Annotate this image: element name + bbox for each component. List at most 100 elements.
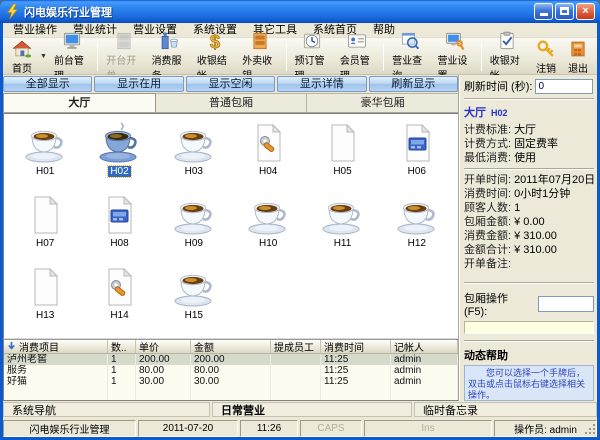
room-item[interactable]: H10 (231, 194, 305, 266)
takeout-icon (249, 31, 271, 52)
toolbar-button-reconcile[interactable]: 收银对帐 (485, 31, 530, 82)
temp-memo-panel[interactable]: 临时备忘录 (414, 402, 597, 417)
column-header[interactable]: 金额 (191, 340, 271, 353)
chevron-down-icon[interactable]: ▼ (38, 53, 49, 60)
panel-info-label: 开单时间: (464, 174, 512, 186)
panel-info-line: 开单时间:2011年07月20日 11:25 (464, 173, 594, 187)
toolbar-button-query[interactable]: 营业查询 (387, 32, 432, 82)
toolbar-button-takeout[interactable]: 外卖收银 (237, 32, 282, 82)
table-cell: 200.00 (191, 354, 271, 365)
room-item[interactable]: H09 (157, 194, 231, 266)
room-label: H02 (107, 165, 132, 178)
room-item[interactable]: H03 (157, 122, 231, 194)
menu-item[interactable]: 帮助 (365, 23, 403, 38)
room-label: H11 (333, 238, 352, 249)
member-icon (346, 31, 368, 52)
column-header[interactable]: 单价 (136, 340, 191, 353)
view-button[interactable]: 显示详情 (277, 76, 367, 92)
room-area-tab[interactable]: 豪华包厢 (307, 93, 460, 112)
message-strip (464, 321, 594, 334)
view-filter-row: 全部显示 显示在用 显示空闲 显示详情 刷新显示 (3, 75, 459, 93)
room-operation-input[interactable] (538, 296, 594, 312)
panel-info-value: 0小时1分钟 (514, 188, 571, 200)
toolbar-button-exit[interactable]: 退出 (562, 40, 594, 75)
system-nav-panel[interactable]: 系统导航 (3, 402, 210, 417)
room-operation-label: 包厢操作 (F5): (464, 293, 508, 318)
column-header[interactable]: 消费项目 (4, 340, 108, 353)
toolbar-button-service[interactable]: 消费服务 (147, 32, 192, 82)
toolbar-button-biz-settings[interactable]: 营业设置 (432, 32, 477, 82)
table-empty-area (4, 387, 458, 400)
status-ins-indicator: Ins (364, 420, 492, 437)
memo-bar: 系统导航 日常营业 临时备忘录 (3, 401, 597, 418)
panel-info-line: 消费金额: ¥ 310.00 (464, 229, 594, 243)
table-cell: 11:25 (321, 376, 391, 387)
room-item[interactable]: H07 (8, 194, 82, 266)
divider (464, 340, 594, 342)
room-item[interactable]: H12 (380, 194, 454, 266)
room-item[interactable]: H04 (231, 122, 305, 194)
toolbar-button-logout[interactable]: 注销 (530, 40, 562, 75)
cup-selected-icon (93, 122, 145, 164)
window-title: 闪电娱乐行业管理 (24, 6, 112, 19)
panel-info-line: 计费方式: 固定费率 (464, 137, 594, 151)
table-cell (136, 387, 191, 400)
table-row[interactable]: 服务 1 80.00 80.00 11:25 admin (4, 365, 458, 376)
table-cell: 1 (108, 365, 136, 376)
room-area-tab[interactable]: 普通包厢 (155, 93, 308, 112)
room-item[interactable]: H11 (305, 194, 379, 266)
view-button[interactable]: 显示在用 (94, 76, 184, 92)
toolbar-separator (480, 42, 482, 71)
room-item[interactable]: H06 (380, 122, 454, 194)
toolbar-button-cashier[interactable]: $收银结帐 (192, 31, 237, 82)
room-item[interactable]: H15 (157, 266, 231, 338)
room-label: H05 (333, 166, 352, 177)
room-item[interactable]: H05 (305, 122, 379, 194)
panel-info-label: 包厢金额: (464, 216, 512, 228)
column-header[interactable]: 提成员工 (271, 340, 321, 353)
dynamic-help-title: 动态帮助 (464, 350, 508, 362)
resize-grip[interactable] (584, 423, 597, 436)
view-button[interactable]: 全部显示 (3, 76, 93, 92)
column-header[interactable]: 记帐人 (391, 340, 458, 353)
toolbar-button-member[interactable]: 会员管理 (335, 34, 380, 82)
room-item[interactable]: H13 (8, 266, 82, 338)
panel-info-label: 消费金额: (464, 230, 512, 242)
room-label: H09 (184, 238, 203, 249)
frontdesk-icon (61, 31, 83, 52)
toolbar-button-booking[interactable]: 预订管理 (290, 33, 335, 82)
column-header[interactable]: 数.. (108, 340, 136, 353)
panel-info-label: 最低消费: (464, 152, 512, 164)
dynamic-help-box: 您可以选择一个手牌后，双击或点击鼠标右键选择相关操作。 提示： 回车开单或增加消… (464, 365, 594, 401)
table-cell: 80.00 (136, 365, 191, 376)
selected-room-title: 大厅 H02 (464, 107, 508, 119)
room-area-tab[interactable]: 大厅 (3, 93, 156, 112)
table-row[interactable]: 泸州老窖 1 200.00 200.00 11:25 admin (4, 354, 458, 365)
toolbar-separator (383, 42, 385, 71)
status-operator: 操作员: admin (494, 420, 597, 437)
toolbar-button-frontdesk[interactable]: 前台管理 (49, 32, 94, 82)
room-item[interactable]: H08 (82, 194, 156, 266)
cup-icon (168, 122, 220, 164)
room-item[interactable]: H14 (82, 266, 156, 338)
room-label: H14 (110, 310, 129, 321)
query-icon (399, 31, 421, 52)
table-row[interactable]: 好猫 1 30.00 30.00 11:25 admin (4, 376, 458, 387)
menu-item[interactable]: 营业操作 (5, 23, 65, 38)
room-label: H07 (35, 238, 55, 249)
cup-icon (391, 194, 443, 236)
close-button[interactable]: × (576, 3, 595, 20)
refresh-interval-input[interactable] (535, 78, 594, 94)
view-button[interactable]: 显示空闲 (185, 76, 276, 92)
minimize-button[interactable] (534, 3, 553, 20)
panel-info-line: 计费标准: 大厅 (464, 123, 594, 137)
biz-settings-icon (444, 31, 466, 52)
maximize-button[interactable] (555, 3, 574, 20)
view-button[interactable]: 刷新显示 (368, 76, 459, 92)
consumption-table: 消费项目 数.. 单价 金额 提成员工 消费时间 记帐人 泸州老窖 1 200.00 200.00 1… (3, 339, 459, 401)
column-header[interactable]: 消费时间 (321, 340, 391, 353)
toolbar-button-home[interactable]: 首页 (6, 40, 38, 75)
room-item[interactable]: H01 (8, 122, 82, 194)
daily-business-panel[interactable]: 日常营业 (212, 402, 412, 417)
room-item[interactable]: H02 (82, 122, 156, 194)
